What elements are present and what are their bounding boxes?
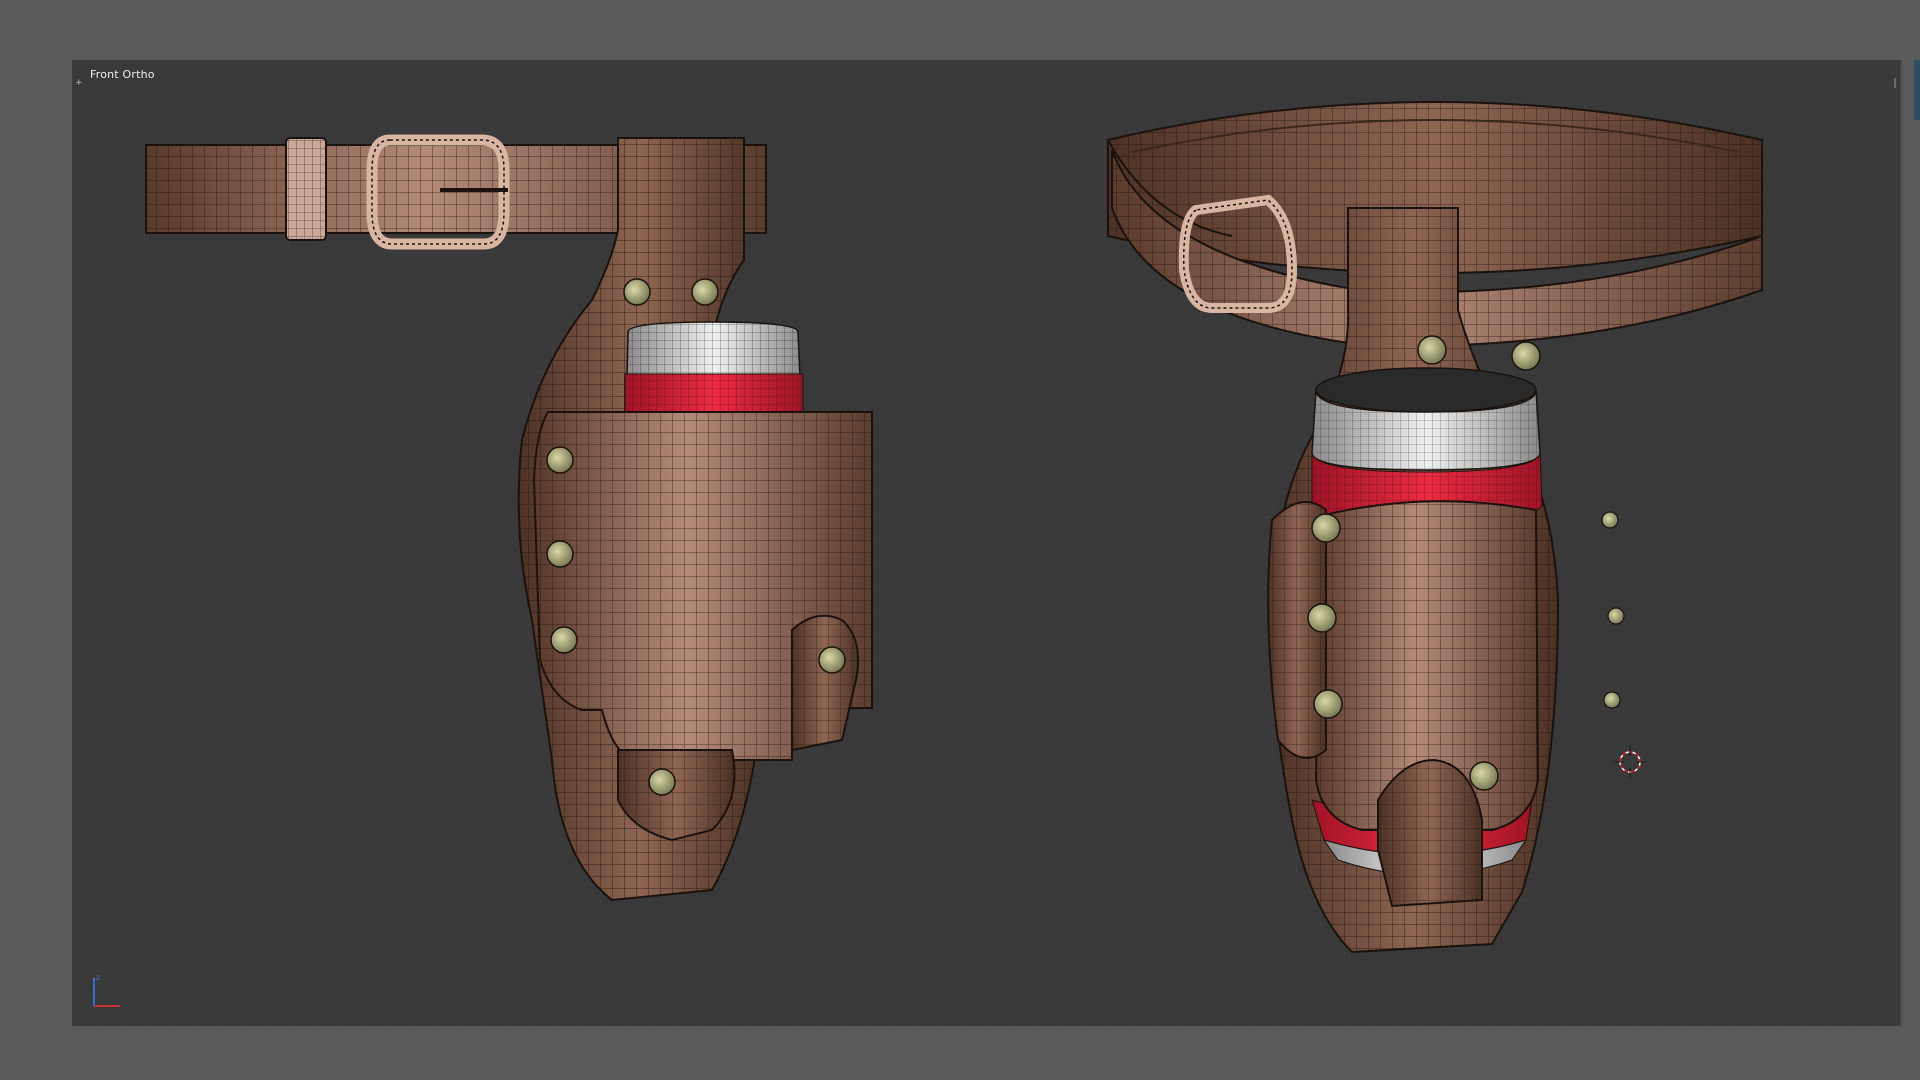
holster-front[interactable] [517,137,873,902]
3d-viewport[interactable]: Front Ortho + z [72,60,1902,1026]
viewport-right-handle[interactable] [1894,78,1896,88]
scene-models[interactable] [72,60,1900,1026]
axis-gizmo-icon: z [93,973,120,1007]
axis-gizmo-label: z [96,973,100,982]
blender-window: Front Ortho + z [0,0,1920,1080]
front-view-model[interactable] [145,134,873,902]
window-edge-strip [1914,60,1920,120]
3d-cursor-icon[interactable] [1614,746,1646,778]
viewport-view-label: Front Ortho [90,68,155,81]
viewport-corner-handle-icon[interactable]: + [75,79,83,88]
perspective-view-model[interactable] [1107,101,1763,954]
